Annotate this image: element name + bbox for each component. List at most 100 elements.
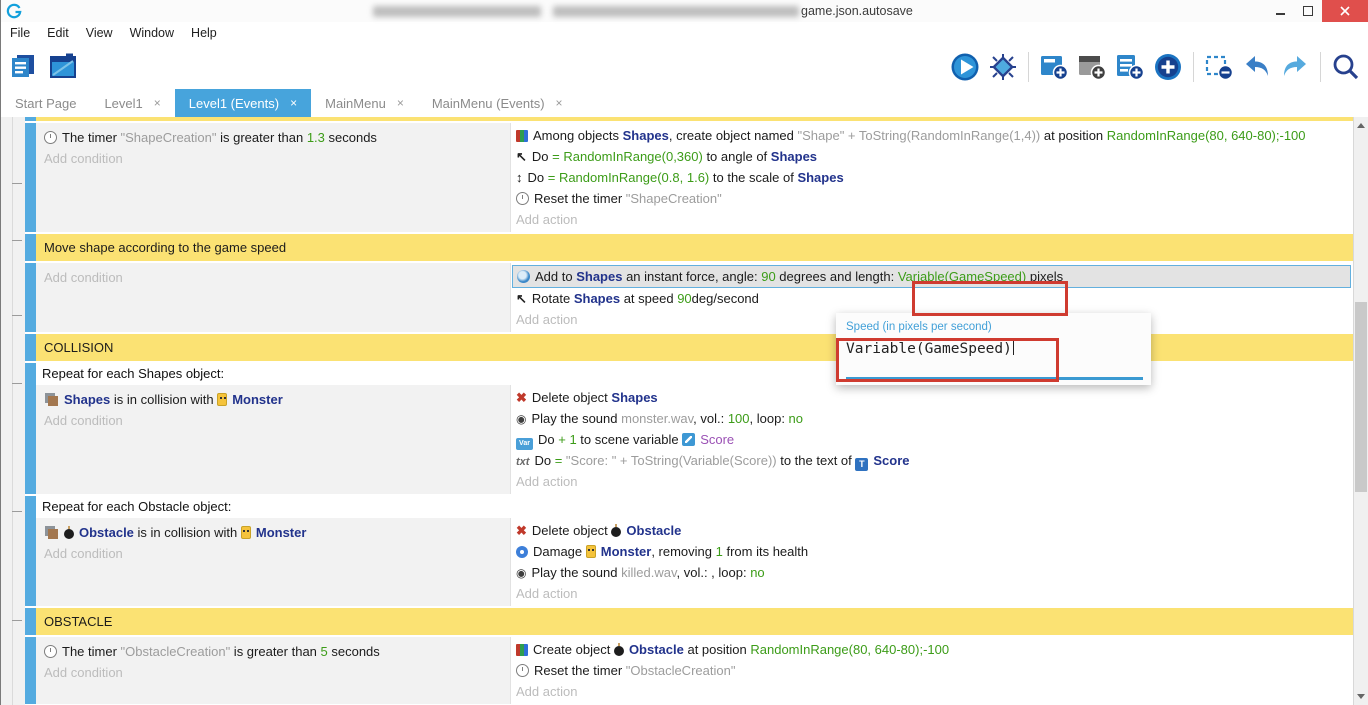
event-selection-bar[interactable] [25,608,36,635]
add-condition-link[interactable]: Add condition [44,148,504,169]
event-selection-bar[interactable] [25,496,36,606]
add-new-button[interactable] [1152,51,1184,83]
action-line[interactable]: ↕Do = RandomInRange(0.8, 1.6) to the sca… [516,167,1345,188]
text-icon: txt [516,456,529,469]
monster-icon [586,545,596,558]
foreach-header[interactable]: Repeat for each Obstacle object: [36,496,1353,518]
action-line[interactable]: Reset the timer "ObstacleCreation" [516,660,1345,681]
search-button[interactable] [1330,51,1362,83]
event-selection-bar[interactable] [25,334,36,361]
action-line[interactable]: Among objects Shapes, create object name… [516,125,1345,146]
text-segment: Add to [535,269,576,284]
scroll-down-icon[interactable] [1357,694,1365,699]
timer-icon [44,131,57,144]
menu-window[interactable]: Window [130,26,174,40]
add-action-link[interactable]: Add action [516,209,1345,230]
action-line[interactable]: Reset the timer "ShapeCreation" [516,188,1345,209]
add-condition-link[interactable]: Add condition [44,267,504,288]
action-line[interactable]: ◉Play the sound killed.wav, vol.: , loop… [516,562,1345,583]
actions-column: Create object Obstacle at position Rando… [511,637,1353,704]
event-selection-bar[interactable] [25,637,36,704]
monster-icon [217,393,227,406]
action-line[interactable]: ↖Do = RandomInRange(0,360) to angle of S… [516,146,1345,167]
action-line[interactable]: VarDo + 1 to scene variable Score [516,429,1345,450]
add-new-icon [1153,52,1183,82]
action-line[interactable]: ◉Play the sound monster.wav, vol.: 100, … [516,408,1345,429]
add-action-link[interactable]: Add action [516,681,1345,702]
project-manager-button[interactable] [7,51,39,83]
debug-button[interactable] [987,51,1019,83]
event-selection-bar[interactable] [25,117,36,121]
comment-row[interactable]: OBSTACLE [36,608,1353,635]
condition-line[interactable]: Obstacle is in collision with Monster [44,522,504,543]
remove-event-button[interactable] [1203,51,1235,83]
add-subevent-button[interactable] [1076,51,1108,83]
tab-close-icon[interactable]: × [556,96,563,110]
text-segment: seconds [328,644,380,659]
event-selection-bar[interactable] [25,123,36,232]
search-icon [1331,52,1361,82]
tab-mainmenu-events[interactable]: MainMenu (Events)× [418,89,577,117]
minimize-button[interactable] [1266,0,1294,22]
menu-view[interactable]: View [86,26,113,40]
tab-level1[interactable]: Level1× [90,89,174,117]
add-condition-link[interactable]: Add condition [44,662,504,683]
action-line[interactable]: txtDo = "Score: " + ToString(Variable(Sc… [516,450,1345,471]
event-selection-bar[interactable] [25,363,36,494]
redo-button[interactable] [1279,51,1311,83]
menu-edit[interactable]: Edit [47,26,69,40]
add-comment-button[interactable] [1114,51,1146,83]
titlebar: game.json.autosave [1,0,1368,22]
foreach-header[interactable]: Repeat for each Shapes object: [36,363,1353,385]
add-action-link[interactable]: Add action [516,471,1345,492]
text-segment: degrees and length: [776,269,898,284]
text-segment: Play the sound [531,565,621,580]
window-title: game.json.autosave [801,4,913,18]
preview-play-button[interactable] [949,51,981,83]
text-segment: Shapes [797,170,843,185]
action-line[interactable]: ✖Delete object Shapes [516,387,1345,408]
preview-play-icon [950,52,980,82]
action-line[interactable]: Damage Monster, removing 1 from its heal… [516,541,1345,562]
text-segment: 90 [761,269,775,284]
tab-close-icon[interactable]: × [154,96,161,110]
action-line[interactable]: ✖Delete object Obstacle [516,520,1345,541]
add-event-icon [1039,52,1069,82]
add-condition-link[interactable]: Add condition [44,410,504,431]
scene-window-button[interactable] [47,51,79,83]
tab-level1-events[interactable]: Level1 (Events)× [175,89,311,117]
condition-line[interactable]: Shapes is in collision with Monster [44,389,504,410]
undo-button[interactable] [1241,51,1273,83]
restore-button[interactable] [1294,0,1322,22]
scroll-up-icon[interactable] [1357,123,1365,128]
action-line[interactable]: Create object Obstacle at position Rando… [516,639,1345,660]
condition-line[interactable]: The timer "ObstacleCreation" is greater … [44,641,504,662]
tab-start-page[interactable]: Start Page [1,89,90,117]
add-action-link[interactable]: Add action [516,583,1345,604]
comment-row[interactable] [36,117,1353,121]
event-selection-bar[interactable] [25,234,36,261]
scrollbar-thumb[interactable] [1355,302,1367,492]
tab-close-icon[interactable]: × [397,96,404,110]
condition-line[interactable]: The timer "ShapeCreation" is greater tha… [44,127,504,148]
event-block: Add conditionAdd to Shapes an instant fo… [25,263,1353,332]
actions-column: ✖Delete object Shapes◉Play the sound mon… [511,385,1353,494]
bomb-icon [614,646,624,656]
vertical-scrollbar[interactable] [1353,117,1368,705]
text-segment: Obstacle [626,523,681,538]
event-selection-bar[interactable] [25,263,36,332]
conditions-column: The timer "ShapeCreation" is greater tha… [36,123,511,232]
text-segment: to angle of [703,149,771,164]
add-condition-link[interactable]: Add condition [44,543,504,564]
close-button[interactable] [1322,0,1368,22]
text-segment: at position [1040,128,1107,143]
tab-close-icon[interactable]: × [290,96,297,110]
add-event-button[interactable] [1038,51,1070,83]
comment-row[interactable]: Move shape according to the game speed [36,234,1353,261]
comment-row[interactable]: COLLISION [36,334,1353,361]
menu-file[interactable]: File [10,26,30,40]
event-body: Repeat for each Shapes object: Shapes is … [36,363,1353,494]
tab-mainmenu[interactable]: MainMenu× [311,89,418,117]
toolbar-separator [1028,52,1029,82]
menu-help[interactable]: Help [191,26,217,40]
